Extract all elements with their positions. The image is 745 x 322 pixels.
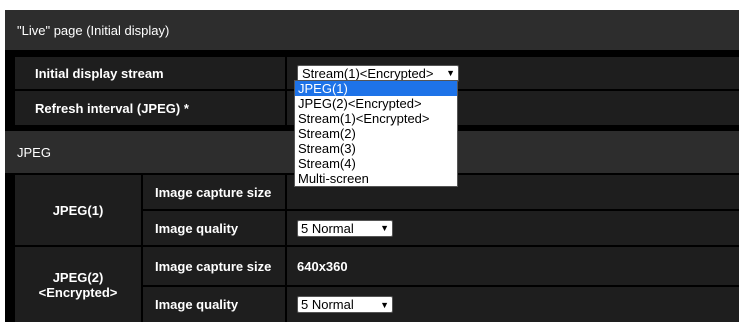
initial-stream-dropdown-list: JPEG(1) JPEG(2)<Encrypted> Stream(1)<Enc…	[294, 80, 458, 187]
jpeg2-capture-size-value-cell: 640x360	[287, 247, 739, 285]
refresh-interval-label-cell: Refresh interval (JPEG) *	[15, 91, 285, 125]
jpeg1-capture-size-label-cell: Image capture size	[143, 175, 285, 209]
chevron-down-icon: ▼	[380, 223, 389, 233]
initial-stream-label: Initial display stream	[35, 65, 164, 81]
initial-stream-label-cell: Initial display stream	[15, 57, 285, 89]
jpeg1-quality-selected-value: 5 Normal	[301, 220, 354, 236]
jpeg2-capture-size-label-cell: Image capture size	[143, 247, 285, 285]
stream-option[interactable]: Multi-screen	[295, 171, 457, 186]
jpeg1-quality-label: Image quality	[155, 220, 239, 236]
chevron-down-icon: ▼	[380, 299, 389, 310]
jpeg1-quality-value-cell: 5 Normal ▼	[287, 211, 739, 245]
jpeg2-capture-size-value: 640x360	[297, 258, 348, 274]
stream-option[interactable]: Stream(2)	[295, 126, 457, 141]
jpeg2-label-line1: JPEG(2)	[52, 269, 104, 285]
jpeg2-label-line2: <Encrypted>	[38, 284, 118, 300]
stream-option[interactable]: JPEG(1)	[295, 81, 457, 96]
jpeg-section-title: JPEG	[17, 144, 51, 160]
chevron-down-icon: ▼	[446, 68, 455, 78]
stream-option[interactable]: Stream(1)<Encrypted>	[295, 111, 457, 126]
live-page-section-title: "Live" page (Initial display)	[17, 22, 170, 38]
stream-option[interactable]: Stream(4)	[295, 156, 457, 171]
jpeg1-quality-select[interactable]: 5 Normal ▼	[297, 219, 393, 237]
jpeg2-quality-select[interactable]: 5 Normal ▼	[297, 296, 393, 313]
refresh-interval-label: Refresh interval (JPEG) *	[35, 100, 189, 116]
jpeg2-quality-selected-value: 5 Normal	[301, 297, 354, 312]
jpeg2-group-label-cell: JPEG(2) <Encrypted>	[15, 247, 141, 322]
live-page-section-header: "Live" page (Initial display)	[5, 10, 739, 50]
stream-option[interactable]: JPEG(2)<Encrypted>	[295, 96, 457, 111]
jpeg2-quality-label: Image quality	[155, 297, 239, 312]
jpeg2-quality-label-cell: Image quality	[143, 287, 285, 322]
jpeg2-capture-size-label: Image capture size	[155, 258, 272, 274]
jpeg1-capture-size-label: Image capture size	[155, 184, 272, 200]
jpeg1-group-label-cell: JPEG(1)	[15, 175, 141, 245]
initial-stream-selected-value: Stream(1)<Encrypted>	[302, 65, 434, 81]
jpeg1-label: JPEG(1)	[52, 202, 104, 218]
stream-option[interactable]: Stream(3)	[295, 141, 457, 156]
jpeg2-quality-value-cell: 5 Normal ▼	[287, 287, 739, 322]
jpeg1-quality-label-cell: Image quality	[143, 211, 285, 245]
initial-stream-select[interactable]: Stream(1)<Encrypted> ▼	[297, 64, 459, 82]
